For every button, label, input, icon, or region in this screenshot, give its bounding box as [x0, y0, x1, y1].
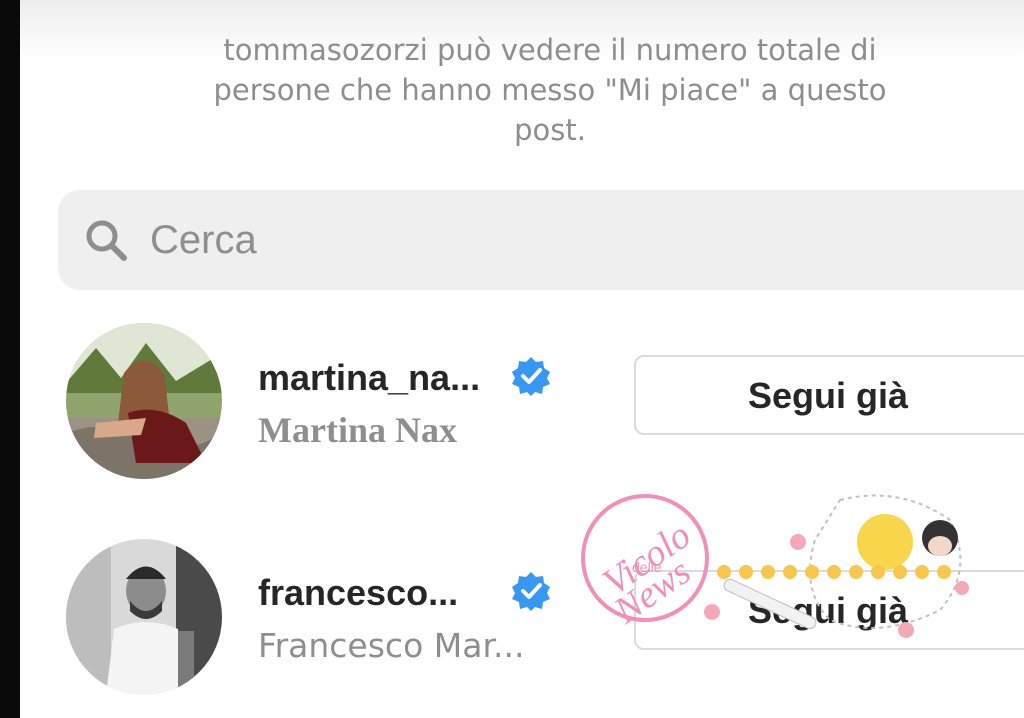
following-button[interactable]: Segui già	[634, 570, 1024, 650]
username[interactable]: francesco...	[258, 572, 458, 614]
verified-badge-icon	[512, 572, 550, 611]
avatar-francesco[interactable]	[66, 539, 222, 695]
likes-visibility-notice: tommasozorzi può vedere il numero totale…	[150, 30, 950, 150]
avatar-martina[interactable]	[66, 323, 222, 479]
full-name: Francesco Mar...	[258, 626, 525, 665]
search-icon	[86, 220, 127, 261]
username[interactable]: martina_na...	[258, 357, 480, 399]
screen-left-edge	[0, 0, 20, 718]
avatar-photo	[66, 539, 222, 695]
avatar-photo	[66, 323, 222, 479]
full-name: Martina Nax	[258, 410, 457, 450]
verified-badge-icon	[512, 357, 550, 396]
following-button[interactable]: Segui già	[634, 355, 1024, 435]
notice-line-1: tommasozorzi può vedere il numero totale…	[223, 33, 877, 67]
search-input[interactable]	[150, 212, 750, 268]
following-button-label: Segui già	[748, 375, 909, 416]
notice-line-3: post.	[514, 113, 586, 147]
notice-line-2: persone che hanno messo "Mi piace" a que…	[213, 73, 887, 107]
following-button-label: Segui già	[748, 590, 909, 631]
